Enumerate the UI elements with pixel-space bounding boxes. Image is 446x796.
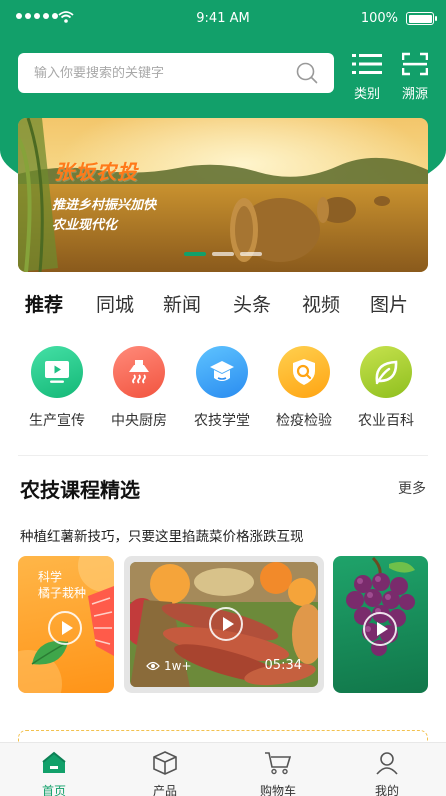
- tab-label: 视频: [302, 294, 341, 316]
- graduation-cap-icon: [196, 346, 248, 398]
- box-icon: [153, 751, 177, 775]
- pager-dot[interactable]: [240, 252, 262, 256]
- banner-pager[interactable]: [18, 252, 428, 256]
- section-title: 农技课程精选: [20, 474, 140, 503]
- play-icon[interactable]: [363, 612, 397, 646]
- status-bar: 9:41 AM 100%: [0, 0, 446, 38]
- course-headline[interactable]: 种植红薯新技巧，只要这里掐蔬菜价格涨跌互现: [20, 525, 304, 545]
- category-grid: 生产宣传 中央厨房 农技学堂 检疫检验 农业百科: [0, 346, 446, 436]
- banner-title: 张坂农投: [54, 160, 138, 184]
- scan-icon: [401, 52, 429, 76]
- trace-button[interactable]: 溯源: [395, 52, 435, 102]
- category-agri-school[interactable]: 农技学堂: [182, 346, 262, 430]
- search-icon[interactable]: [296, 62, 318, 84]
- category-label: 生产宣传: [29, 413, 85, 429]
- course-card[interactable]: 科学 橘子栽种: [18, 556, 114, 693]
- search-input[interactable]: [34, 65, 294, 81]
- category-button[interactable]: 类别: [347, 52, 387, 102]
- tab-news[interactable]: 新闻: [163, 290, 201, 317]
- view-count: 1w+: [146, 659, 192, 673]
- leaf-icon: [360, 346, 412, 398]
- tab-label: 同城: [96, 294, 135, 316]
- battery-percent: 100%: [360, 11, 398, 26]
- category-button-label: 类别: [353, 87, 380, 102]
- eye-icon: [146, 661, 160, 671]
- video-duration: 05:34: [264, 658, 302, 673]
- banner-line-1: 推进乡村振兴加快: [52, 198, 157, 213]
- card-tag: 橘子栽种: [38, 586, 87, 600]
- tabbar-products[interactable]: 产品: [135, 751, 195, 796]
- tab-label: 图片: [370, 294, 409, 316]
- pager-dot[interactable]: [212, 252, 234, 256]
- tab-recommend[interactable]: 推荐: [25, 290, 65, 318]
- tabbar-label: 首页: [41, 784, 66, 796]
- user-icon: [376, 752, 398, 775]
- cart-icon: [265, 752, 292, 775]
- home-icon: [42, 751, 66, 773]
- section-title-text: 农技课程精选: [20, 478, 140, 502]
- card-tag: 科学: [38, 570, 63, 584]
- battery-icon: [406, 12, 437, 25]
- tab-images[interactable]: 图片: [370, 290, 408, 317]
- more-link[interactable]: 更多: [398, 478, 426, 498]
- category-label: 农业百科: [358, 413, 414, 429]
- tab-label: 推荐: [25, 294, 64, 316]
- category-agri-encyclopedia[interactable]: 农业百科: [346, 346, 426, 430]
- feed-tabs: 推荐 同城 新闻 头条 视频 图片: [0, 290, 446, 324]
- bottom-tab-bar: 首页 产品 购物车 我的: [0, 742, 446, 796]
- category-production-promo[interactable]: 生产宣传: [17, 346, 97, 430]
- course-cards: 科学 橘子栽种 1w+ 05:34: [0, 556, 446, 696]
- shield-search-icon: [278, 346, 330, 398]
- tabbar-label: 购物车: [259, 784, 296, 796]
- play-icon[interactable]: [209, 607, 243, 641]
- tab-label: 头条: [233, 294, 272, 316]
- tab-video[interactable]: 视频: [302, 290, 340, 317]
- search-bar[interactable]: [18, 53, 334, 93]
- play-icon[interactable]: [48, 611, 82, 645]
- view-count-text: 1w+: [164, 659, 192, 673]
- tabbar-home[interactable]: 首页: [24, 751, 84, 796]
- banner-carousel[interactable]: 张坂农投 推进乡村振兴加快 农业现代化: [18, 118, 428, 272]
- tab-headlines[interactable]: 头条: [233, 290, 271, 317]
- category-central-kitchen[interactable]: 中央厨房: [99, 346, 179, 430]
- tab-label: 新闻: [163, 294, 202, 316]
- tab-local[interactable]: 同城: [96, 290, 134, 317]
- banner-line-2: 农业现代化: [52, 218, 118, 233]
- list-icon: [352, 54, 382, 74]
- category-label: 检疫检验: [276, 413, 332, 429]
- course-card[interactable]: [333, 556, 428, 693]
- category-label: 中央厨房: [111, 413, 167, 429]
- course-card[interactable]: 1w+ 05:34: [124, 556, 324, 693]
- tv-icon: [31, 346, 83, 398]
- tabbar-label: 产品: [152, 784, 177, 796]
- tabbar-cart[interactable]: 购物车: [248, 751, 308, 796]
- category-label: 农技学堂: [194, 413, 250, 429]
- tabbar-label: 我的: [374, 784, 399, 796]
- section-divider: [18, 455, 428, 456]
- tabbar-profile[interactable]: 我的: [357, 751, 417, 796]
- range-hood-icon: [113, 346, 165, 398]
- pager-dot[interactable]: [184, 252, 206, 256]
- category-quarantine-inspection[interactable]: 检疫检验: [264, 346, 344, 430]
- trace-button-label: 溯源: [401, 87, 428, 102]
